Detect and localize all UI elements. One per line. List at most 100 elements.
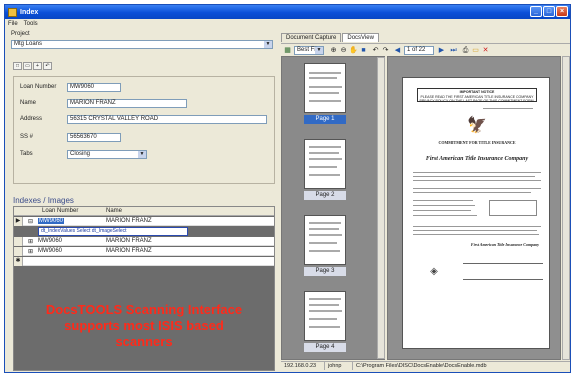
text-line <box>413 192 531 193</box>
close-button[interactable]: × <box>556 6 568 17</box>
new-row[interactable]: ✱ <box>14 257 274 266</box>
overlay-line-2: supports most ISIS based <box>64 318 224 333</box>
grid-heading: Indexes / Images <box>13 196 74 205</box>
menu-file[interactable]: File <box>8 21 18 27</box>
open-record-icon[interactable]: ▭ <box>23 62 32 70</box>
loan-number-label: Loan Number <box>20 84 57 90</box>
table-row[interactable]: ▶ ⊟ MW9060 MARION FRANZ <box>14 217 274 226</box>
zoom-in-icon[interactable]: ⊕ <box>329 46 338 55</box>
notice-text: PLEASE READ THE FIRST AMERICAN TITLE INS… <box>419 94 535 104</box>
grid-header: Loan Number Name <box>14 207 274 216</box>
page-thumbnail[interactable] <box>304 63 346 113</box>
delete-icon[interactable]: ✕ <box>481 46 490 55</box>
page-counter[interactable]: 1 of 22 <box>404 46 434 55</box>
text-line <box>413 210 471 211</box>
tab-document-capture[interactable]: Document Capture <box>281 33 342 42</box>
new-record-icon[interactable]: □ <box>13 62 22 70</box>
text-line <box>413 205 475 206</box>
ss-field[interactable]: 56563670 <box>67 133 121 142</box>
chevron-down-icon: ▼ <box>264 41 272 48</box>
status-ip: 192.168.0.23 <box>281 362 325 370</box>
text-line <box>413 188 541 189</box>
next-page-icon[interactable]: ▶ <box>437 46 446 55</box>
text-line <box>413 215 477 216</box>
minimize-button[interactable]: _ <box>530 6 542 17</box>
name-label: Name <box>20 100 37 106</box>
thumbnail-scrollbar[interactable] <box>377 57 385 359</box>
page-thumbnail[interactable] <box>304 139 346 189</box>
overlay-line-3: scanners <box>115 334 173 349</box>
thumbnail-label[interactable]: Page 4 <box>304 343 346 352</box>
company-name-bottom: First American Title Insurance Company <box>470 242 540 247</box>
loan-number-field[interactable]: MW9060 <box>67 83 121 92</box>
thumbnails-icon[interactable]: ▦ <box>283 46 292 55</box>
folder-icon[interactable]: ▭ <box>471 46 480 55</box>
page-thumbnail[interactable] <box>304 215 346 265</box>
thumbnail-label[interactable]: Page 1 <box>304 115 346 124</box>
commitment-title: COMMITMENT FOR TITLE INSURANCE <box>438 140 516 145</box>
page-thumbnail[interactable] <box>304 291 346 341</box>
ss-label: SS # <box>20 134 34 140</box>
text-line <box>483 108 533 109</box>
text-line <box>413 226 541 227</box>
address-label: Address <box>20 116 43 122</box>
zoom-out-icon[interactable]: ⊖ <box>339 46 348 55</box>
text-line <box>413 176 535 177</box>
name-cell[interactable]: MARION FRANZ <box>106 248 152 254</box>
viewer-toolbar: ▦ Best Fit ▼ ⊕ ⊖ ✋ ■ ↶ ↷ ◀ 1 of 22 ▶ ⏭ ⎙… <box>281 43 570 56</box>
signature-1 <box>463 252 543 264</box>
document-page: IMPORTANT NOTICE PLEASE READ THE FIRST A… <box>402 77 550 349</box>
row-pointer-icon: ▶ <box>14 217 23 226</box>
document-viewer: IMPORTANT NOTICE PLEASE READ THE FIRST A… <box>387 56 561 360</box>
company-name: First American Title Insurance Company <box>425 156 529 162</box>
viewer-panel: Document Capture DocsView ▦ Best Fit ▼ ⊕… <box>281 29 570 360</box>
viewer-scrollbar[interactable] <box>562 56 570 360</box>
undo-icon[interactable]: ↶ <box>43 62 52 70</box>
name-field[interactable]: MARION FRANZ <box>67 99 187 108</box>
first-page-icon[interactable]: ◀ <box>393 46 402 55</box>
last-page-icon[interactable]: ⏭ <box>449 46 458 55</box>
expand-icon[interactable]: ⊞ <box>28 238 33 245</box>
table-row[interactable]: ⊞ MW9060 MARION FRANZ <box>14 247 274 256</box>
project-value: Mtg Loans <box>14 41 43 47</box>
loan-cell[interactable]: MW9060 <box>38 248 62 254</box>
overlay-line-1: DocsTOOLS Scanning Interface <box>45 302 243 317</box>
loan-cell[interactable]: MW9060 <box>38 218 65 224</box>
menu-tools[interactable]: Tools <box>24 21 38 27</box>
print-icon[interactable]: ⎙ <box>461 46 470 55</box>
tab-docsview[interactable]: DocsView <box>342 33 379 42</box>
rotate-right-icon[interactable]: ↷ <box>381 46 390 55</box>
index-fields: Loan Number MW9060 Name MARION FRANZ Add… <box>13 76 275 184</box>
thumbnail-label[interactable]: Page 3 <box>304 267 346 276</box>
new-row-icon: ✱ <box>14 257 23 266</box>
table-row[interactable]: ⊞ MW9060 MARION FRANZ <box>14 237 274 246</box>
text-line <box>413 234 539 235</box>
text-line <box>413 180 541 181</box>
tabs-value: Closing <box>70 151 91 157</box>
column-header-loan[interactable]: Loan Number <box>42 208 78 214</box>
hand-icon[interactable]: ✋ <box>349 46 358 55</box>
tabs-select[interactable]: Closing ▼ <box>67 150 147 159</box>
eagle-logo-icon: 🦅 <box>467 117 487 134</box>
viewer-tabs: Document Capture DocsView <box>281 33 380 42</box>
maximize-button[interactable]: □ <box>543 6 555 17</box>
signature-2 <box>463 268 543 280</box>
thumbnail-label[interactable]: Page 2 <box>304 191 346 200</box>
text-line <box>413 200 473 201</box>
add-record-icon[interactable]: + <box>33 62 42 70</box>
row-selector[interactable] <box>14 237 23 246</box>
promo-overlay: DocsTOOLS Scanning Interface supports mo… <box>14 302 274 350</box>
name-cell[interactable]: MARION FRANZ <box>106 218 152 224</box>
project-select[interactable]: Mtg Loans ▼ <box>11 40 273 49</box>
column-header-name[interactable]: Name <box>106 208 122 214</box>
row-selector[interactable] <box>14 247 23 256</box>
rotate-left-icon[interactable]: ↶ <box>371 46 380 55</box>
select-icon[interactable]: ■ <box>359 46 368 55</box>
expand-icon[interactable]: ⊟ <box>28 218 33 225</box>
expand-icon[interactable]: ⊞ <box>28 248 33 255</box>
name-cell[interactable]: MARION FRANZ <box>106 238 152 244</box>
loan-cell[interactable]: MW9060 <box>38 238 62 244</box>
child-relation-link[interactable]: dt_IndexValues Select dt_ImageSelect <box>38 227 188 236</box>
zoom-select[interactable]: Best Fit ▼ <box>294 46 324 55</box>
address-field[interactable]: 56315 CRYSTAL VALLEY ROAD <box>67 115 267 124</box>
